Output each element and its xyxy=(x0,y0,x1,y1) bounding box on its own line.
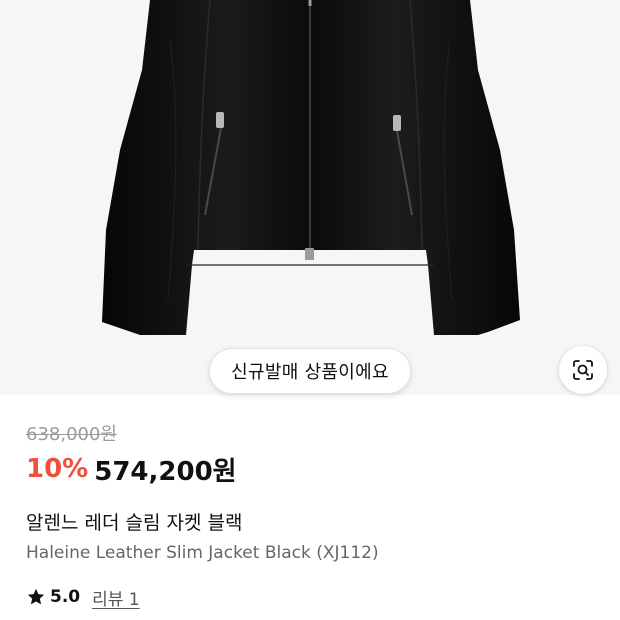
price-row: 10% 574,200원 xyxy=(26,451,237,487)
rating-value: 5.0 xyxy=(50,587,81,607)
rating-row: 5.0 리뷰 1 xyxy=(26,585,140,610)
new-release-badge: 신규발매 상품이에요 xyxy=(209,348,411,394)
discount-rate: 10% xyxy=(26,454,89,484)
review-count-link[interactable]: 리뷰 1 xyxy=(92,585,140,610)
star-icon xyxy=(27,588,45,605)
product-name-english: Haleine Leather Slim Jacket Black (XJ112… xyxy=(26,543,379,563)
new-release-badge-label: 신규발매 상품이에요 xyxy=(231,362,389,383)
visual-search-icon xyxy=(573,360,593,380)
visual-search-button[interactable] xyxy=(559,346,607,394)
product-image[interactable] xyxy=(0,0,620,395)
leather-jacket-illustration xyxy=(102,0,520,335)
product-name-korean: 알렌느 레더 슬림 자켓 블랙 xyxy=(26,512,243,534)
original-price: 638,000원 xyxy=(26,424,117,445)
sale-price: 574,200원 xyxy=(94,456,237,487)
